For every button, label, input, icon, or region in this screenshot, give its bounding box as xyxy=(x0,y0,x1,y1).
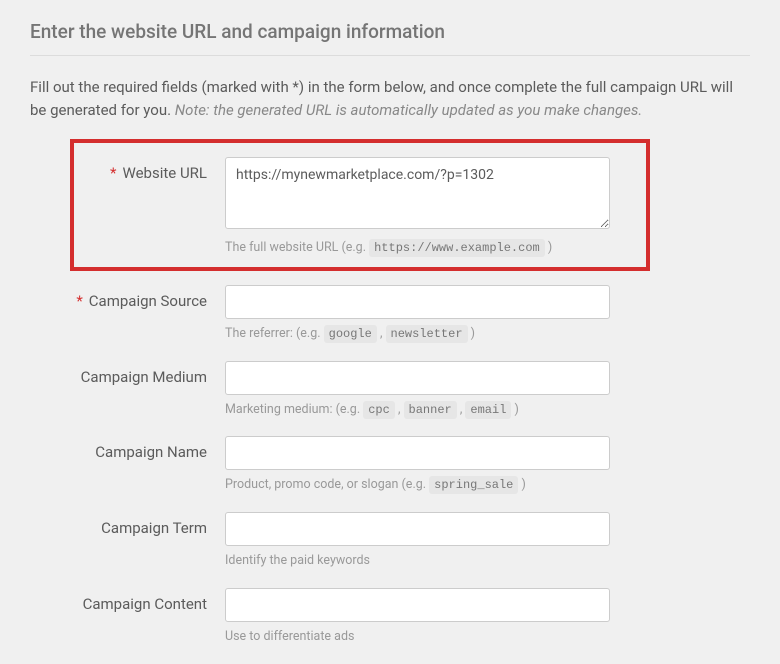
campaign-source-row: * Campaign Source The referrer: (e.g. goo… xyxy=(30,285,750,343)
campaign-term-input[interactable] xyxy=(225,512,610,546)
campaign-content-label-cell: Campaign Content xyxy=(30,588,225,613)
campaign-medium-row: Campaign Medium Marketing medium: (e.g. … xyxy=(30,361,750,419)
campaign-source-input[interactable] xyxy=(225,285,610,319)
campaign-medium-helper: Marketing medium: (e.g. cpc , banner , e… xyxy=(225,401,610,419)
page-title: Enter the website URL and campaign infor… xyxy=(30,20,750,56)
website-url-label: Website URL xyxy=(123,164,207,182)
campaign-content-helper: Use to differentiate ads xyxy=(225,628,610,646)
campaign-medium-label: Campaign Medium xyxy=(81,368,207,386)
campaign-medium-label-cell: Campaign Medium xyxy=(30,361,225,386)
campaign-name-input[interactable] xyxy=(225,436,610,470)
campaign-medium-input[interactable] xyxy=(225,361,610,395)
required-marker: * xyxy=(76,292,82,310)
required-marker: * xyxy=(110,164,116,182)
website-url-helper: The full website URL (e.g. https://www.e… xyxy=(225,239,610,257)
campaign-term-label: Campaign Term xyxy=(101,519,207,537)
campaign-source-label: Campaign Source xyxy=(89,292,207,310)
campaign-term-helper: Identify the paid keywords xyxy=(225,552,610,570)
campaign-term-row: Campaign Term Identify the paid keywords xyxy=(30,512,750,570)
campaign-content-row: Campaign Content Use to differentiate ad… xyxy=(30,588,750,646)
intro-note: Note: the generated URL is automatically… xyxy=(175,101,642,119)
website-url-label-cell: * Website URL xyxy=(90,157,225,182)
campaign-name-row: Campaign Name Product, promo code, or sl… xyxy=(30,436,750,494)
campaign-content-label: Campaign Content xyxy=(83,595,207,613)
website-url-input[interactable]: https://mynewmarketplace.com/?p=1302 xyxy=(225,157,610,229)
campaign-term-label-cell: Campaign Term xyxy=(30,512,225,537)
campaign-source-label-cell: * Campaign Source xyxy=(30,285,225,310)
campaign-name-label: Campaign Name xyxy=(95,443,207,461)
campaign-content-input[interactable] xyxy=(225,588,610,622)
campaign-source-helper: The referrer: (e.g. google , newsletter … xyxy=(225,325,610,343)
campaign-name-helper: Product, promo code, or slogan (e.g. spr… xyxy=(225,476,610,494)
intro-text: Fill out the required fields (marked wit… xyxy=(30,76,750,121)
campaign-name-label-cell: Campaign Name xyxy=(30,436,225,461)
website-url-highlight: * Website URL https://mynewmarketplace.co… xyxy=(70,139,650,271)
